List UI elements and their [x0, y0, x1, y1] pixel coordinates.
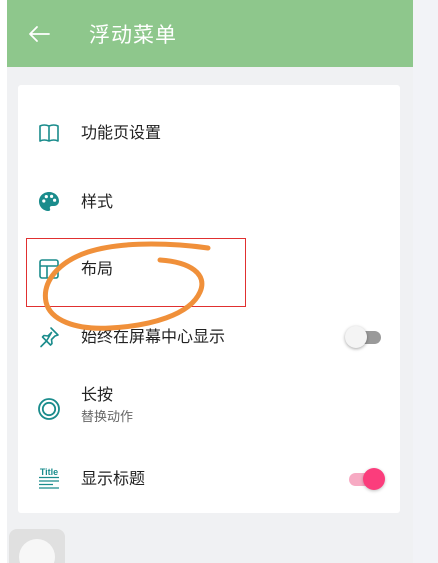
menu-item-long-press[interactable]: 长按 替换动作: [18, 379, 400, 439]
show-title-toggle[interactable]: [345, 468, 385, 490]
always-center-toggle[interactable]: [345, 326, 385, 348]
title-icon-text: Title: [40, 467, 58, 477]
menu-item-style[interactable]: 样式: [18, 176, 400, 228]
ring-icon: [38, 398, 60, 420]
menu-item-label: 始终在屏幕中心显示: [81, 327, 226, 346]
annotation-highlight-box: [26, 238, 246, 307]
right-edge-strip: [413, 0, 438, 563]
bottom-app-tile[interactable]: [9, 529, 65, 563]
pin-icon: [40, 327, 59, 348]
toggle-thumb: [345, 326, 367, 348]
app-bar: 浮动菜单: [7, 0, 413, 67]
menu-item-label: 样式: [81, 192, 114, 211]
menu-item-show-title[interactable]: Title 显示标题: [18, 453, 400, 505]
palette-icon: [39, 192, 59, 211]
menu-item-label: 长按: [81, 385, 114, 404]
menu-item-always-center[interactable]: 始终在屏幕中心显示: [18, 311, 400, 363]
page-title: 浮动菜单: [89, 23, 177, 47]
menu-item-label: 功能页设置: [81, 123, 162, 142]
menu-item-label: 显示标题: [81, 469, 146, 488]
book-open-icon: [39, 124, 59, 142]
title-icon: Title: [39, 467, 59, 489]
arrow-left-icon[interactable]: [27, 24, 51, 44]
tile-circle-icon: [19, 539, 55, 563]
menu-item-feature-page-settings[interactable]: 功能页设置: [18, 107, 400, 159]
menu-item-sublabel: 替换动作: [81, 410, 134, 425]
toggle-thumb: [363, 468, 385, 490]
